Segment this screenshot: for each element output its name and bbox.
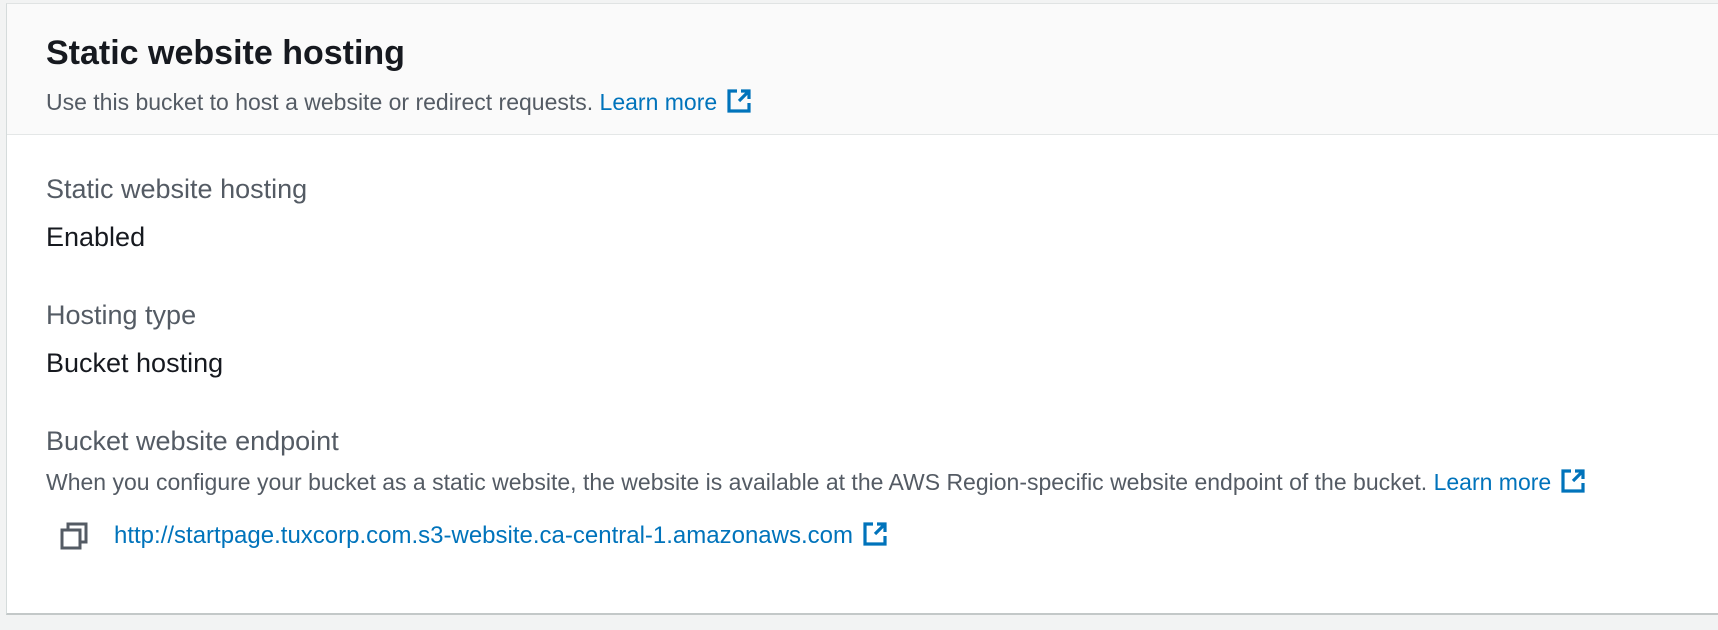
panel-title: Static website hosting xyxy=(46,34,405,72)
external-link-icon xyxy=(727,89,751,113)
panel-description: Use this bucket to host a website or red… xyxy=(46,87,1718,117)
panel-body: Static website hosting Enabled Hosting t… xyxy=(7,135,1718,554)
static-website-hosting-panel: Static website hosting Use this bucket t… xyxy=(6,3,1718,615)
external-link-icon xyxy=(863,522,887,546)
endpoint-url-text: http://startpage.tuxcorp.com.s3-website.… xyxy=(114,522,853,549)
endpoint-description-text: When you configure your bucket as a stat… xyxy=(46,469,1428,495)
field-description-endpoint: When you configure your bucket as a stat… xyxy=(46,466,1718,498)
panel-description-text: Use this bucket to host a website or red… xyxy=(46,89,594,115)
external-link-icon xyxy=(1561,469,1585,493)
field-value-hosting-type: Bucket hosting xyxy=(46,348,224,378)
copy-icon[interactable] xyxy=(59,521,89,551)
field-static-website-hosting: Static website hosting Enabled xyxy=(46,171,1718,255)
field-bucket-website-endpoint: Bucket website endpoint When you configu… xyxy=(46,423,1718,554)
endpoint-url-link[interactable]: http://startpage.tuxcorp.com.s3-website.… xyxy=(114,520,889,552)
field-label-hosting: Static website hosting xyxy=(46,174,308,204)
panel-header: Static website hosting Use this bucket t… xyxy=(7,4,1718,135)
header-learn-more-label: Learn more xyxy=(599,89,718,115)
field-value-hosting: Enabled xyxy=(46,222,146,252)
field-hosting-type: Hosting type Bucket hosting xyxy=(46,297,1718,381)
header-learn-more-link[interactable]: Learn more xyxy=(600,89,754,115)
field-label-hosting-type: Hosting type xyxy=(46,300,197,330)
field-label-endpoint: Bucket website endpoint xyxy=(46,426,339,456)
endpoint-row: http://startpage.tuxcorp.com.s3-website.… xyxy=(59,518,1718,554)
endpoint-learn-more-label: Learn more xyxy=(1433,469,1552,495)
endpoint-learn-more-link[interactable]: Learn more xyxy=(1434,469,1588,495)
